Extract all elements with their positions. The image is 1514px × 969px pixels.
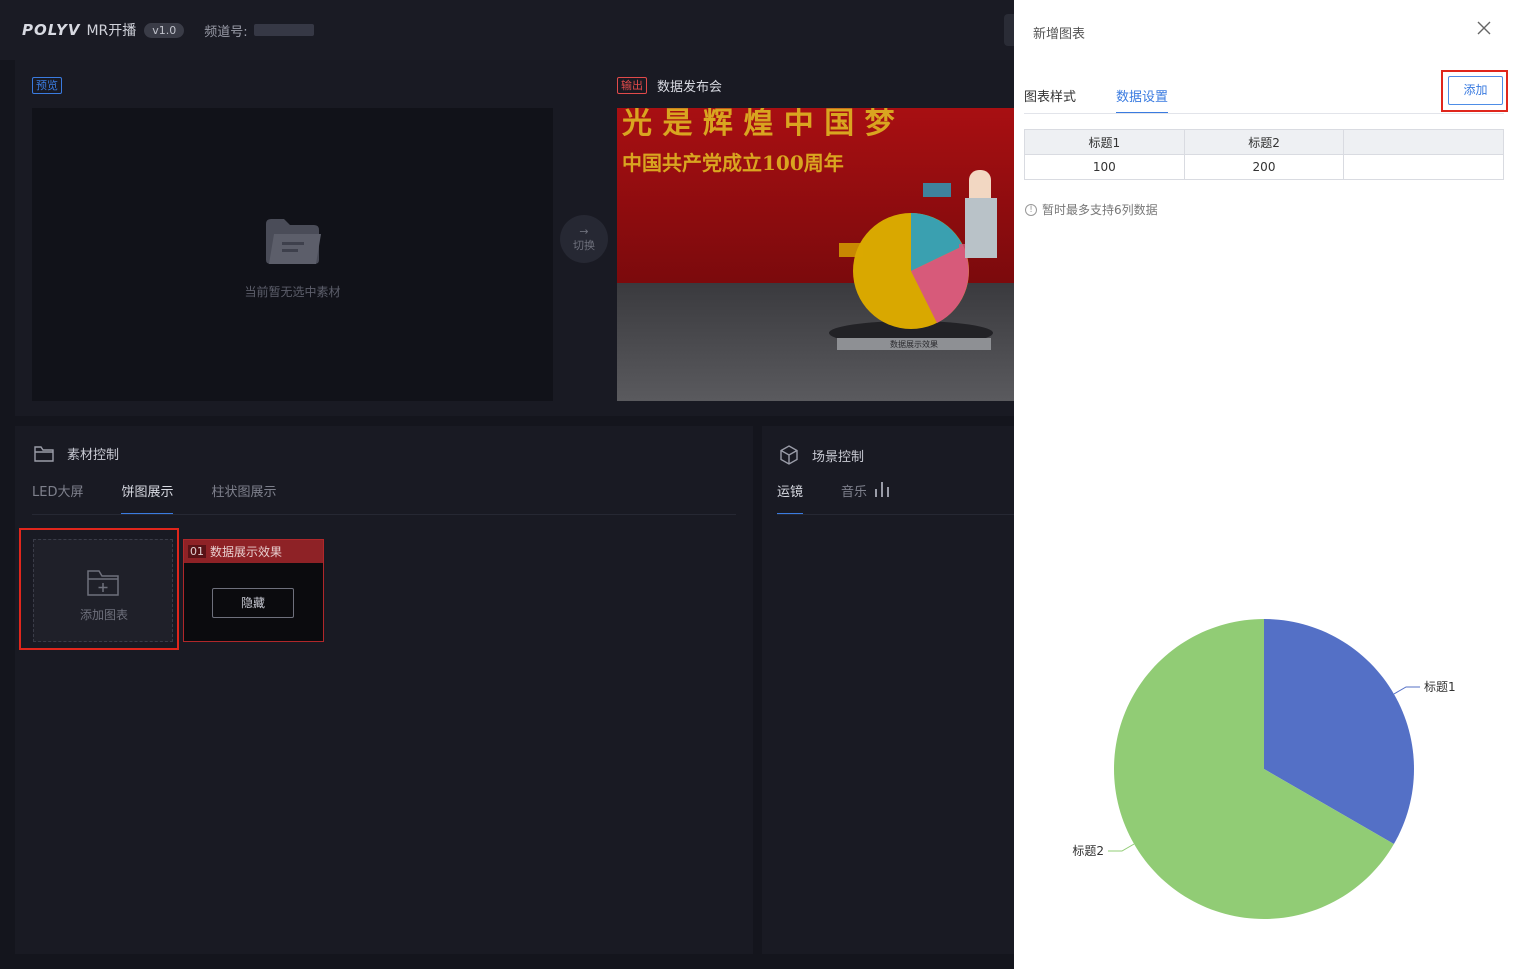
material-tabs: LED大屏 饼图展示 柱状图展示 [32,481,315,515]
output-video: 光 是 辉 煌 中 国 梦 中国共产党成立100周年 数据展示效果 [617,108,1014,401]
material-title: 素材控制 [67,448,120,463]
material-item-card[interactable]: 01 数据展示效果 隐藏 [183,539,324,642]
scene-control-section: 场景控制 运镜 音乐 [762,426,1014,954]
tab-music[interactable]: 音乐 [841,481,891,515]
tab-music-label: 音乐 [841,485,868,500]
empty-text: 当前暂无选中素材 [244,285,341,299]
header-cell[interactable] [1343,129,1504,155]
pie-label-line [1393,686,1421,695]
output-tag: 输出 [617,77,647,94]
drawer-title: 新增图表 [1033,27,1086,42]
pie-label: 标题2 [1072,844,1104,858]
header-cell[interactable]: 标题2 [1183,129,1345,155]
scene-title: 场景控制 [812,449,865,465]
drawer-tabs-divider [1024,113,1504,114]
item-number: 01 [188,545,206,558]
table-row: 100 200 [1024,154,1504,180]
new-chart-drawer: 新增图表 图表样式 数据设置 添加 标题1 标题2 100 200 ! 暂时最多… [1014,0,1514,969]
material-header: 素材控制 [34,444,119,463]
tab-camera-move[interactable]: 运镜 [777,481,804,515]
item-header: 01 数据展示效果 [184,540,323,563]
tab-data-settings[interactable]: 数据设置 [1116,86,1169,114]
pie-label: 标题1 [1424,680,1456,694]
tabs-divider [32,514,736,515]
hide-button[interactable]: 隐藏 [212,588,294,618]
audio-bars-icon [875,482,890,497]
hint-label: 暂时最多支持6列数据 [1042,203,1158,217]
add-chart-label: 添加图表 [79,608,128,622]
channel-number-redacted [253,24,314,36]
preview-panel: 当前暂无选中素材 [32,108,553,401]
add-chart-button[interactable]: 添加图表 [33,539,173,642]
banner-line1: 光 是 辉 煌 中 国 梦 [622,108,895,141]
tab-chart-style[interactable]: 图表样式 [1024,86,1076,114]
table-header-row: 标题1 标题2 [1024,129,1504,155]
scene-tabs: 运镜 音乐 [777,481,929,515]
stage-label: 数据展示效果 [890,339,938,349]
folder-icon [34,445,54,462]
add-column-button[interactable]: 添加 [1448,76,1503,105]
tab-led-screen[interactable]: LED大屏 [32,481,83,515]
value-cell[interactable]: 100 [1024,154,1185,180]
polyv-logo: POLYV [22,21,81,39]
empty-folder-icon [266,219,321,264]
value-cell[interactable]: 200 [1183,154,1345,180]
switch-label: 切换 [573,239,595,252]
close-icon[interactable] [1476,20,1492,36]
preview-tag: 预览 [32,77,62,94]
output-scene-image: 光 是 辉 煌 中 国 梦 中国共产党成立100周年 数据展示效果 [617,108,1014,401]
item-title: 数据展示效果 [210,545,283,559]
topbar-edge-button[interactable] [1004,14,1014,46]
preview-section: 预览 当前暂无选中素材 → 切换 输出 数据发布会 光 是 辉 煌 中 国 梦 … [15,60,1014,416]
switch-arrow-icon: → [579,225,589,238]
material-control-section: 素材控制 LED大屏 饼图展示 柱状图展示 添加图表 01 数据展示效果 隐藏 [15,426,753,954]
cube-icon [780,445,798,465]
pie-chart-preview: 标题1 标题2 [1072,619,1456,919]
banner-line2: 中国共产党成立100周年 [622,151,844,175]
data-table: 标题1 标题2 100 200 [1024,129,1504,180]
pie-label-line [1107,843,1135,852]
scene-tabs-divider [777,514,1014,515]
hint-text: ! 暂时最多支持6列数据 [1025,201,1158,218]
tab-pie-chart[interactable]: 饼图展示 [121,481,174,515]
value-cell[interactable] [1343,154,1504,180]
tab-bar-chart[interactable]: 柱状图展示 [211,481,276,515]
switch-button[interactable]: → 切换 [560,215,608,263]
output-title: 数据发布会 [657,80,723,95]
drawer-tabs: 图表样式 数据设置 [1024,86,1208,114]
app-name: MR开播 [86,23,137,39]
add-folder-icon [87,570,119,596]
version-badge: v1.0 [144,22,185,38]
scene-header: 场景控制 [778,444,864,466]
info-icon: ! [1025,203,1037,216]
header-cell[interactable]: 标题1 [1024,129,1185,155]
top-bar: POLYV MR开播 v1.0 频道号: [0,0,1014,60]
channel-label: 频道号: [204,24,248,40]
